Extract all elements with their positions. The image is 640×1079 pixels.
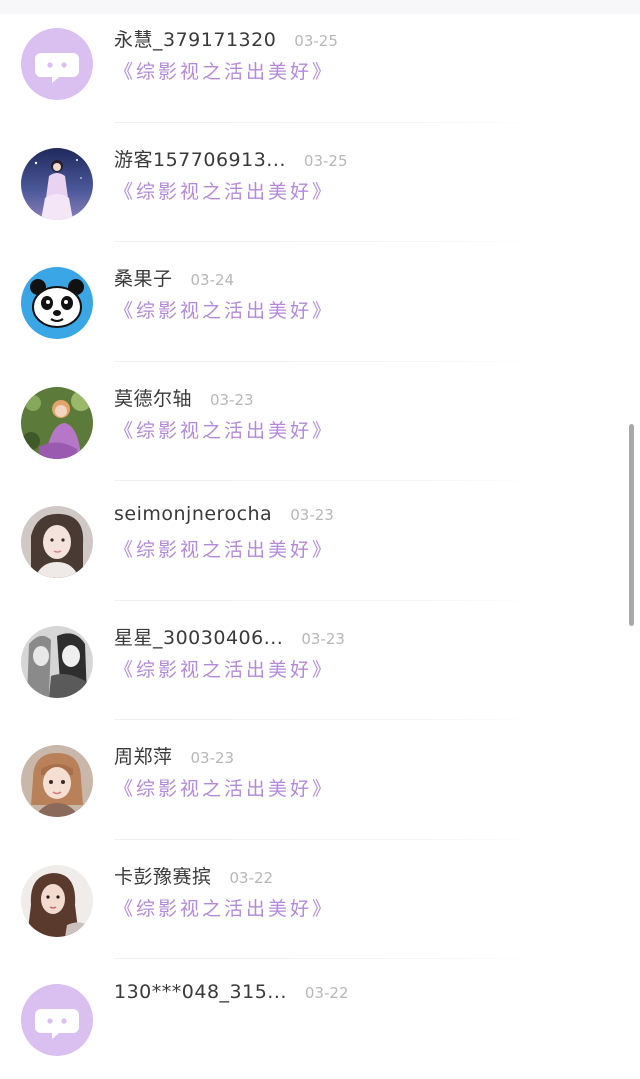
name-line: seimonjnerocha 03-23 [114, 503, 334, 531]
user-photo [21, 506, 93, 578]
name-line: 周郑萍 03-23 [114, 742, 234, 770]
user-name[interactable]: 游客157706913... [114, 145, 286, 172]
name-line: 卡彭豫赛摈 03-22 [114, 862, 273, 890]
chat-bubble-icon [21, 28, 93, 100]
work-title[interactable]: 《综影视之活出美好》 [114, 774, 334, 801]
list-item[interactable]: 永慧_379171320 03-25 《综影视之活出美好》 [0, 3, 628, 123]
name-line: 130***048_315... 03-22 [114, 981, 349, 1009]
list-item[interactable]: 莫德尔轴 03-23 《综影视之活出美好》 [0, 362, 628, 481]
avatar[interactable] [21, 625, 93, 698]
work-title[interactable]: 《综影视之活出美好》 [114, 894, 334, 921]
avatar[interactable] [21, 28, 93, 100]
date: 03-22 [229, 868, 274, 887]
avatar[interactable] [21, 745, 93, 817]
user-photo [21, 386, 93, 459]
date: 03-23 [210, 390, 254, 409]
user-name[interactable]: 130***048_315... [114, 981, 287, 1003]
avatar[interactable] [21, 984, 93, 1056]
panda-icon [21, 267, 93, 339]
chat-bubble-icon [21, 984, 93, 1056]
date: 03-23 [301, 629, 345, 648]
avatar[interactable] [21, 267, 93, 339]
name-line: 星星_30030406... 03-23 [114, 623, 345, 651]
name-line: 桑果子 03-24 [114, 264, 234, 292]
list-item[interactable]: 卡彭豫赛摈 03-22 《综影视之活出美好》 [0, 840, 628, 959]
name-line: 莫德尔轴 03-23 [114, 384, 254, 412]
work-title[interactable]: 《综影视之活出美好》 [114, 296, 334, 323]
scrollbar[interactable] [629, 424, 634, 626]
user-name[interactable]: seimonjnerocha [114, 503, 272, 525]
date: 03-25 [303, 151, 348, 170]
user-photo [21, 625, 93, 698]
avatar[interactable] [21, 506, 93, 578]
list-item[interactable]: seimonjnerocha 03-23 《综影视之活出美好》 [0, 481, 628, 601]
date: 03-24 [190, 271, 235, 289]
work-title[interactable]: 《综影视之活出美好》 [114, 177, 334, 204]
avatar[interactable] [21, 386, 93, 459]
work-title[interactable]: 《综影视之活出美好》 [114, 655, 334, 682]
name-line: 游客157706913... 03-25 [114, 145, 348, 173]
user-name[interactable]: 桑果子 [114, 264, 173, 291]
user-name[interactable]: 周郑萍 [114, 742, 173, 769]
date: 03-22 [304, 984, 349, 1002]
date: 03-23 [190, 749, 235, 767]
avatar[interactable] [21, 864, 93, 937]
work-title[interactable]: 《综影视之活出美好》 [114, 535, 334, 562]
user-name[interactable]: 卡彭豫赛摈 [114, 862, 212, 889]
user-photo [21, 147, 93, 220]
user-name[interactable]: 星星_30030406... [114, 623, 283, 650]
user-name[interactable]: 莫德尔轴 [114, 384, 192, 411]
work-title[interactable]: 《综影视之活出美好》 [114, 416, 334, 443]
user-photo [21, 864, 93, 937]
list-item[interactable]: 桑果子 03-24 《综影视之活出美好》 [0, 242, 628, 362]
work-title[interactable]: 《综影视之活出美好》 [114, 57, 334, 84]
list-item[interactable]: 星星_30030406... 03-23 《综影视之活出美好》 [0, 601, 628, 720]
list-item[interactable]: 周郑萍 03-23 《综影视之活出美好》 [0, 720, 628, 840]
avatar[interactable] [21, 147, 93, 220]
date: 03-23 [290, 506, 334, 524]
list-item[interactable]: 游客157706913... 03-25 《综影视之活出美好》 [0, 123, 628, 242]
date: 03-25 [294, 32, 338, 50]
reader-list: 永慧_379171320 03-25 《综影视之活出美好》 游客15770691… [0, 0, 640, 1056]
user-name[interactable]: 永慧_379171320 [114, 25, 276, 52]
name-line: 永慧_379171320 03-25 [114, 25, 338, 53]
user-photo [21, 745, 93, 817]
